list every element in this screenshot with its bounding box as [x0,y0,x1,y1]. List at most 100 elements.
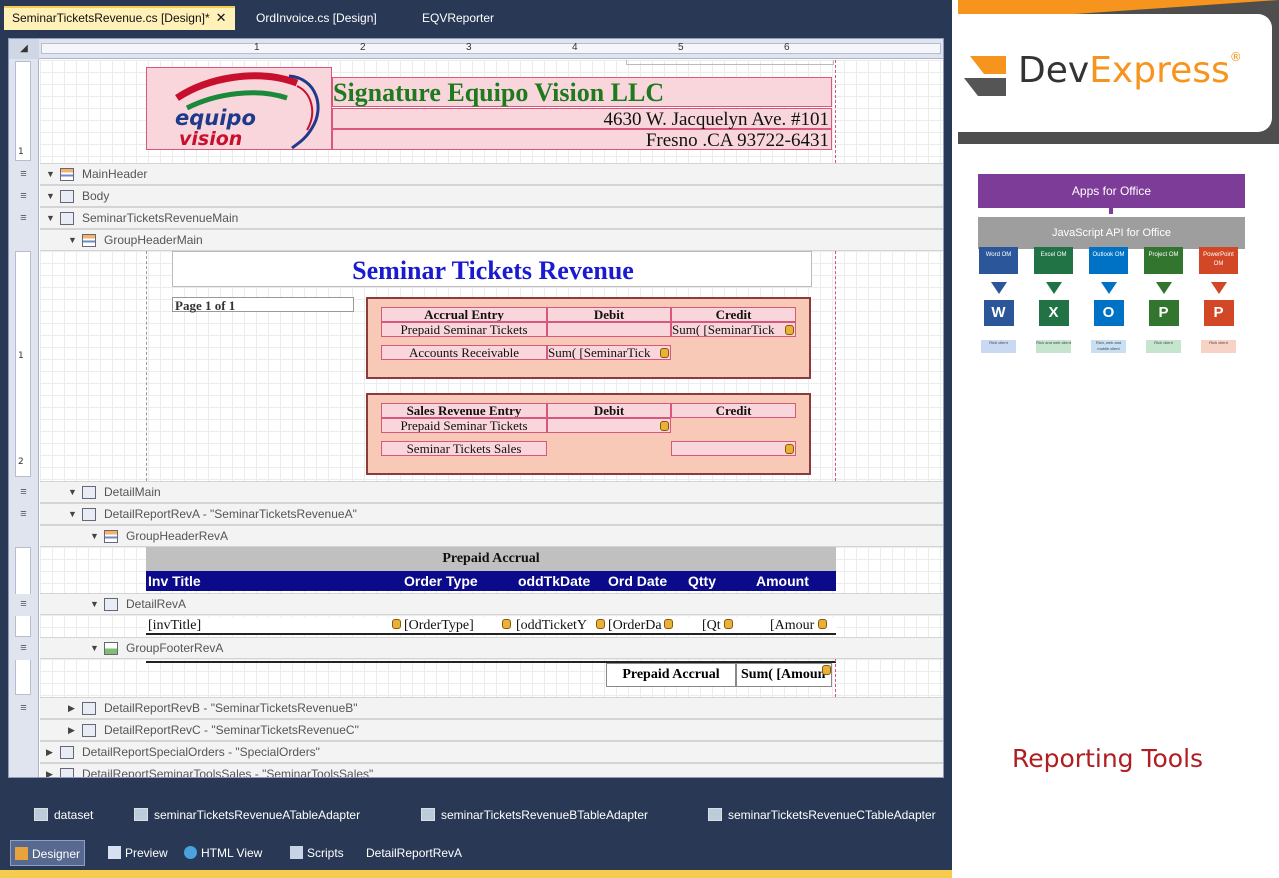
accrual-row1-credit[interactable]: Sum( [SeminarTick [671,322,796,337]
collapse-icon[interactable]: ▼ [68,482,77,502]
accrual-header-debit[interactable]: Debit [547,307,671,322]
column-header-amount[interactable]: Amount [756,573,809,589]
company-address-label[interactable]: 4630 W. Jacquelyn Ave. #101 [332,108,832,130]
expand-icon[interactable]: ▶ [68,720,75,740]
band-tools-sales[interactable]: ▶ DetailReportSeminarToolsSales - "Semin… [40,763,943,777]
accrual-entry-panel[interactable]: Accrual Entry Debit Credit Prepaid Semin… [366,297,811,379]
collapse-icon[interactable]: ▼ [90,594,99,614]
accrual-header-entry[interactable]: Accrual Entry [381,307,547,322]
tab-html-view[interactable]: HTML View [180,840,266,866]
band-group-header-main[interactable]: ▼ GroupHeaderMain [40,229,943,251]
excel-icon: X [1038,300,1069,326]
column-header-row[interactable]: Inv Title Order Type oddTkDate Ord Date … [146,571,836,591]
band-handle[interactable]: ≡ [9,186,39,208]
accrual-row2-debit[interactable]: Sum( [SeminarTick [547,345,671,360]
group-header-a-band[interactable]: Prepaid Accrual Inv Title Order Type odd… [40,547,943,593]
collapse-icon[interactable]: ▼ [68,230,77,250]
tab-seminar-tickets-revenue[interactable]: SeminarTicketsRevenue.cs [Design]* ✕ [4,6,235,30]
band-detail-report-b[interactable]: ≡ ▶ DetailReportRevB - "SeminarTicketsRe… [9,697,943,720]
sales-revenue-panel[interactable]: Sales Revenue Entry Debit Credit Prepaid… [366,393,811,475]
tray-item-adapter-b[interactable]: seminarTicketsRevenueBTableAdapter [421,808,648,822]
band-handle[interactable]: ≡ [9,638,39,660]
column-header-ord-date[interactable]: Ord Date [608,573,667,589]
tab-scripts[interactable]: Scripts [286,840,348,866]
collapse-icon[interactable]: ▼ [46,164,55,184]
collapse-icon[interactable]: ▼ [90,526,99,546]
collapse-icon[interactable]: ▼ [46,208,55,228]
close-icon[interactable]: ✕ [216,10,227,25]
expand-icon[interactable]: ▶ [46,764,53,777]
tab-detail-report-reva[interactable]: DetailReportRevA [362,840,466,866]
ruler-corner-icon[interactable]: ◢ [9,39,39,59]
accrual-row2-label[interactable]: Accounts Receivable [381,345,547,360]
page-info-control[interactable] [626,60,834,65]
band-handle[interactable]: ≡ [9,482,39,504]
accrual-row1-debit[interactable] [547,322,671,337]
column-header-inv-title[interactable]: Inv Title [148,573,201,589]
collapse-icon[interactable]: ▼ [68,504,77,524]
right-margin-line [835,659,836,697]
band-special-orders[interactable]: ▶ DetailReportSpecialOrders - "SpecialOr… [40,741,943,763]
sales-row2-credit[interactable] [671,441,796,456]
tab-preview[interactable]: Preview [104,840,172,866]
report-title-label[interactable]: Seminar Tickets Revenue [172,251,812,287]
field-odd-ticket[interactable]: [oddTicketY [516,618,587,634]
company-city-label[interactable]: Fresno .CA 93722-6431 [332,129,832,151]
sales-header-entry[interactable]: Sales Revenue Entry [381,403,547,418]
collapse-icon[interactable]: ▼ [46,186,55,206]
accrual-row1-label[interactable]: Prepaid Seminar Tickets [381,322,547,337]
tray-item-adapter-a[interactable]: seminarTicketsRevenueATableAdapter [134,808,360,822]
footer-label-prepaid-accrual[interactable]: Prepaid Accrual [606,663,736,687]
sales-row1-debit[interactable] [547,418,671,433]
band-main-header[interactable]: ≡ ▼ MainHeader [9,163,943,186]
report-designer-surface[interactable]: ◢ 1 2 3 4 5 6 1 1 2 equipo vision Signat… [8,38,944,778]
page-number-field[interactable]: Page 1 of 1 [172,297,354,313]
field-qty[interactable]: [Qt [702,618,721,634]
collapse-icon[interactable]: ▼ [90,638,99,658]
company-name-label[interactable]: Signature Equipo Vision LLC [332,77,832,107]
column-header-qtty[interactable]: Qtty [688,573,716,589]
band-detail-main[interactable]: ≡ ▼ DetailMain [9,481,943,504]
band-handle[interactable]: ≡ [9,594,39,616]
detail-a-band[interactable]: [invTitle] [OrderType] [oddTicketY [Orde… [40,615,943,637]
band-handle[interactable]: ≡ [9,504,39,526]
band-group-footer-a[interactable]: ≡ ▼ GroupFooterRevA [9,637,943,660]
tab-designer[interactable]: Designer [10,840,86,866]
arch-foot: Rich and web client [1036,340,1071,353]
tray-item-dataset[interactable]: dataset [34,808,93,822]
page-header-band[interactable]: equipo vision Signature Equipo Vision LL… [40,60,943,163]
expand-icon[interactable]: ▶ [68,698,75,718]
company-logo[interactable]: equipo vision [146,67,332,150]
column-header-odd-tk-date[interactable]: oddTkDate [518,573,590,589]
horizontal-ruler: ◢ 1 2 3 4 5 6 [9,39,943,59]
sales-row2-label[interactable]: Seminar Tickets Sales [381,441,547,456]
tab-ord-invoice[interactable]: OrdInvoice.cs [Design] [248,6,385,30]
field-order-type[interactable]: [OrderType] [404,618,474,634]
field-inv-title[interactable]: [invTitle] [148,618,201,634]
footer-sum-amount[interactable]: Sum( [Amoun [736,663,832,687]
group-footer-a-band[interactable]: Prepaid Accrual Sum( [Amoun [40,659,943,697]
band-detail-report-a[interactable]: ≡ ▼ DetailReportRevA - "SeminarTicketsRe… [9,503,943,526]
prepaid-accrual-header[interactable]: Prepaid Accrual [146,547,836,571]
sales-header-credit[interactable]: Credit [671,403,796,418]
band-seminar-main[interactable]: ≡ ▼ SeminarTicketsRevenueMain [9,207,943,230]
sales-header-debit[interactable]: Debit [547,403,671,418]
accrual-header-credit[interactable]: Credit [671,307,796,322]
expand-icon[interactable]: ▶ [46,742,53,762]
tab-eqv-reporter[interactable]: EQVReporter [414,6,502,30]
sales-row1-label[interactable]: Prepaid Seminar Tickets [381,418,547,433]
column-header-order-type[interactable]: Order Type [404,573,478,589]
band-body[interactable]: ≡ ▼ Body [9,185,943,208]
band-detail-report-c[interactable]: ▶ DetailReportRevC - "SeminarTicketsReve… [40,719,943,741]
band-group-header-a[interactable]: ▼ GroupHeaderRevA [40,525,943,547]
band-handle[interactable]: ≡ [9,208,39,230]
ruler-number: 4 [572,42,578,53]
group-header-main-band[interactable]: Seminar Tickets Revenue Page 1 of 1 Accr… [40,251,943,481]
field-order-date[interactable]: [OrderDa [608,618,662,634]
tray-item-adapter-c[interactable]: seminarTicketsRevenueCTableAdapter [708,808,936,822]
band-handle[interactable]: ≡ [9,164,39,186]
detail-row[interactable]: [invTitle] [OrderType] [oddTicketY [Orde… [146,617,836,635]
band-detail-a[interactable]: ≡ ▼ DetailRevA [9,593,943,616]
band-handle[interactable]: ≡ [9,698,39,720]
field-amount[interactable]: [Amour [770,618,814,634]
